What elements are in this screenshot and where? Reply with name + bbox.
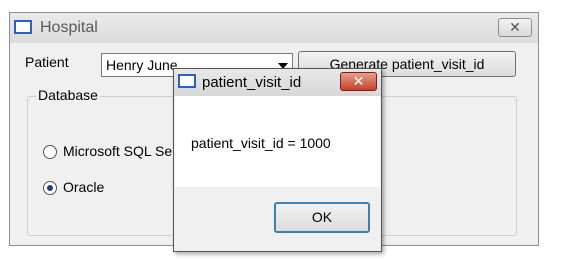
window-title: Hospital [40,19,98,36]
radio-oracle[interactable] [43,181,57,195]
message-dialog: patient_visit_id ✕ patient_visit_id = 10… [173,68,382,252]
window-icon [14,20,32,34]
dialog-message: patient_visit_id = 1000 [191,135,331,151]
patient-selected-value: Henry June [106,57,178,73]
radio-sql-server-label[interactable]: Microsoft SQL Se [63,143,172,159]
database-group-label: Database [36,87,100,103]
dialog-title: patient_visit_id [202,74,302,91]
dialog-body: patient_visit_id = 1000 [175,96,380,187]
main-titlebar[interactable]: Hospital ✕ [10,13,538,43]
ok-button[interactable]: OK [274,202,370,233]
dialog-close-button[interactable]: ✕ [340,72,377,91]
patient-label: Patient [25,54,69,70]
window-icon [178,74,196,88]
radio-oracle-label[interactable]: Oracle [63,179,104,195]
dialog-titlebar[interactable]: patient_visit_id ✕ [174,69,381,96]
radio-sql-server[interactable] [43,145,57,159]
main-close-button[interactable]: ✕ [498,18,532,37]
